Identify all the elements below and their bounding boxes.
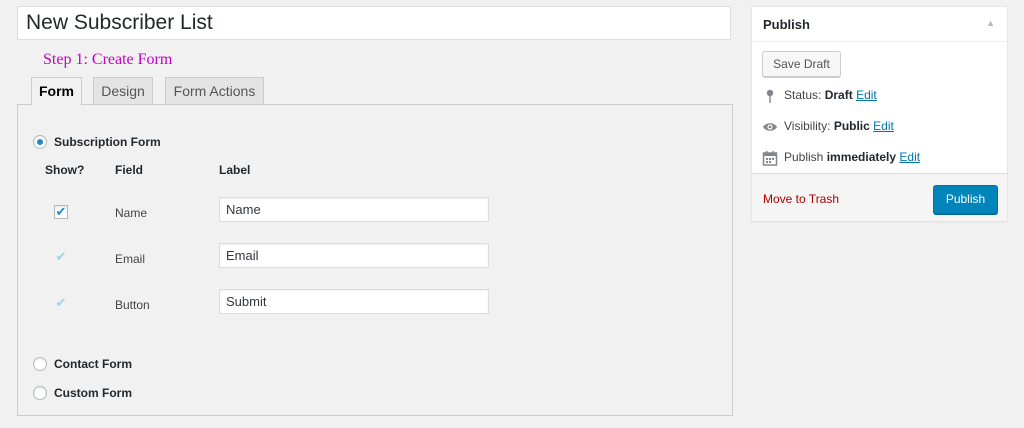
publish-box: Publish ▲ Save Draft Status: Draft Edit … (751, 6, 1008, 222)
save-draft-button[interactable]: Save Draft (762, 51, 841, 77)
tab-form-actions[interactable]: Form Actions (165, 77, 264, 105)
publish-box-footer: Move to Trash Publish (752, 173, 1007, 221)
pin-icon (762, 88, 778, 104)
visibility-row: Visibility: Public Edit (762, 119, 894, 135)
status-label: Status: (784, 88, 822, 103)
contact-form-radio[interactable] (33, 357, 47, 371)
field-button-label: Button (115, 298, 150, 312)
edit-status-link[interactable]: Edit (856, 88, 877, 102)
form-panel: Subscription Form Show? Field Label ✔ Na… (17, 104, 733, 416)
tab-form[interactable]: Form (31, 77, 82, 106)
publish-time-value: immediately (826, 150, 897, 165)
visibility-label: Visibility: (784, 119, 831, 134)
email-label-input[interactable]: Email (219, 243, 489, 268)
field-name-label: Name (115, 206, 148, 220)
custom-form-radio[interactable] (33, 386, 47, 400)
publish-time-row: Publish immediately Edit (762, 150, 920, 166)
show-email-checkbox: ✔ (55, 249, 67, 264)
publish-time-label: Publish (784, 150, 824, 165)
column-header-label: Label (219, 163, 251, 177)
edit-visibility-link[interactable]: Edit (873, 119, 894, 133)
button-label-input[interactable]: Submit (219, 289, 489, 314)
status-value: Draft (824, 88, 853, 103)
show-name-checkbox[interactable]: ✔ (54, 205, 68, 219)
collapse-toggle-icon[interactable]: ▲ (986, 18, 995, 28)
edit-publish-time-link[interactable]: Edit (899, 150, 920, 164)
show-button-checkbox: ✔ (55, 295, 67, 310)
subscription-form-label: Subscription Form (54, 135, 161, 149)
column-header-field: Field (115, 163, 144, 177)
name-label-input[interactable]: Name (219, 197, 489, 222)
eye-icon (762, 119, 778, 135)
move-to-trash-link[interactable]: Move to Trash (763, 192, 839, 206)
tab-design[interactable]: Design (93, 77, 153, 105)
contact-form-label: Contact Form (54, 357, 132, 371)
custom-form-label: Custom Form (54, 386, 132, 400)
step-heading: Step 1: Create Form (43, 51, 173, 68)
post-title-input[interactable]: New Subscriber List (17, 6, 731, 40)
calendar-icon (762, 150, 778, 166)
column-header-show: Show? (45, 163, 85, 177)
publish-button[interactable]: Publish (933, 185, 998, 214)
status-row: Status: Draft Edit (762, 88, 877, 104)
field-email-label: Email (115, 252, 146, 266)
visibility-value: Public (833, 119, 870, 134)
publish-box-title: Publish (763, 17, 810, 32)
publish-box-header: Publish ▲ (752, 7, 1007, 42)
subscription-form-radio[interactable] (33, 135, 47, 149)
